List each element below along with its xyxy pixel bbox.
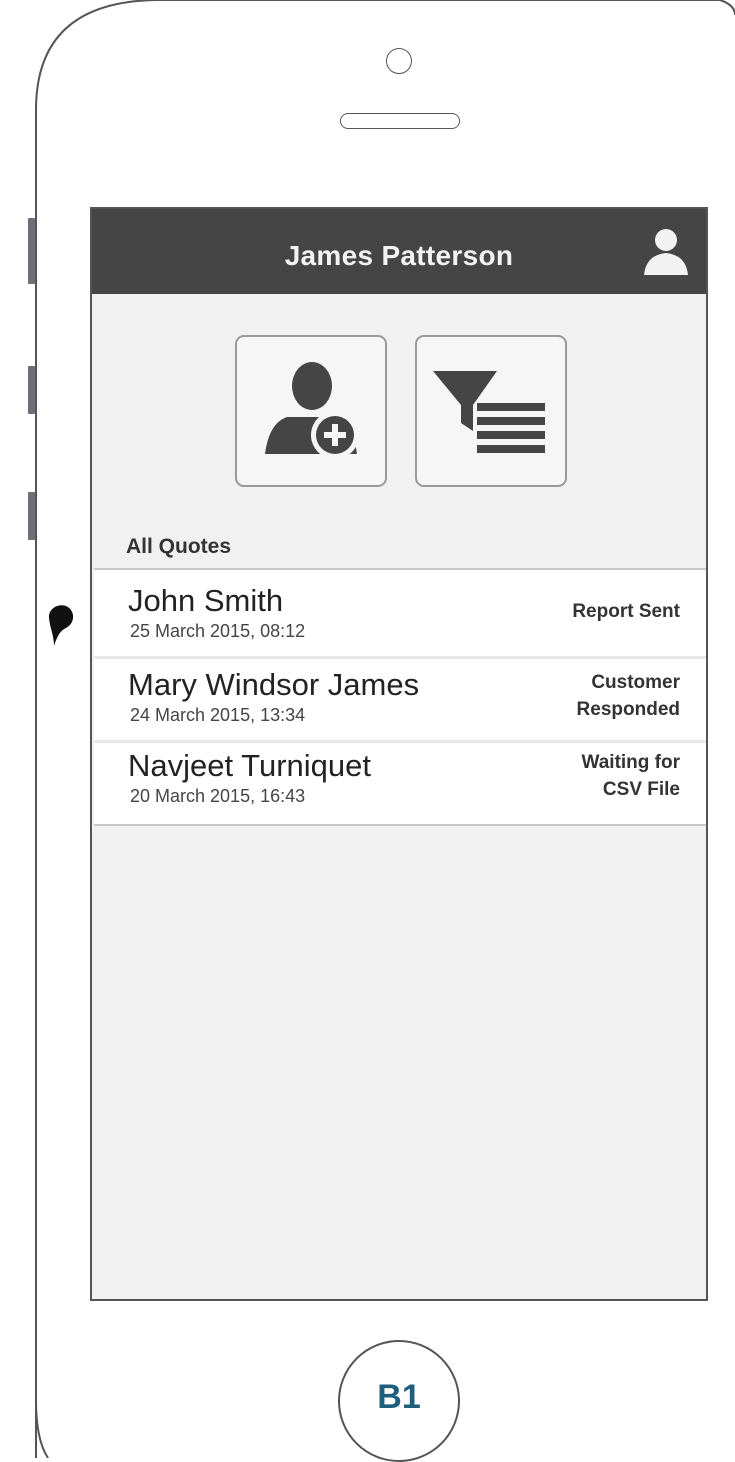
quote-status: Report Sent	[572, 601, 680, 622]
app-header: James Patterson	[92, 209, 706, 294]
quote-row[interactable]: Mary Windsor James 24 March 2015, 13:34 …	[94, 659, 706, 743]
annotation-pin-icon	[48, 605, 74, 646]
section-label: All Quotes	[126, 535, 232, 558]
quote-customer-name: Navjeet Turniquet	[128, 748, 371, 783]
quote-date: 25 March 2015, 08:12	[130, 621, 306, 641]
front-camera	[386, 48, 412, 74]
profile-button[interactable]	[640, 225, 692, 277]
quote-row[interactable]: Navjeet Turniquet 20 March 2015, 16:43 W…	[94, 743, 706, 827]
add-customer-button[interactable]	[235, 335, 387, 487]
filter-list-icon	[433, 371, 545, 453]
quote-status: Waiting for CSV File	[581, 752, 681, 800]
quote-list: John Smith 25 March 2015, 08:12 Report S…	[94, 568, 706, 826]
quote-customer-name: John Smith	[128, 583, 284, 618]
volume-down-button[interactable]	[28, 492, 35, 540]
header-title: James Patterson	[284, 240, 514, 271]
screen: James Patterson All Quotes John Smith 25…	[90, 207, 708, 1301]
add-person-icon	[265, 362, 359, 459]
quote-date: 20 March 2015, 16:43	[130, 786, 306, 806]
user-profile-icon	[644, 229, 688, 275]
quote-date: 24 March 2015, 13:34	[130, 705, 306, 725]
quote-customer-name: Mary Windsor James	[128, 667, 420, 702]
home-button-label: B1	[377, 1378, 421, 1416]
quote-status: Customer Responded	[576, 672, 680, 720]
home-button[interactable]: B1	[338, 1340, 460, 1462]
volume-up-button[interactable]	[28, 366, 35, 414]
mute-switch[interactable]	[28, 218, 35, 284]
earpiece-speaker	[340, 113, 460, 129]
quote-row[interactable]: John Smith 25 March 2015, 08:12 Report S…	[94, 570, 706, 654]
filter-button[interactable]	[415, 335, 567, 487]
